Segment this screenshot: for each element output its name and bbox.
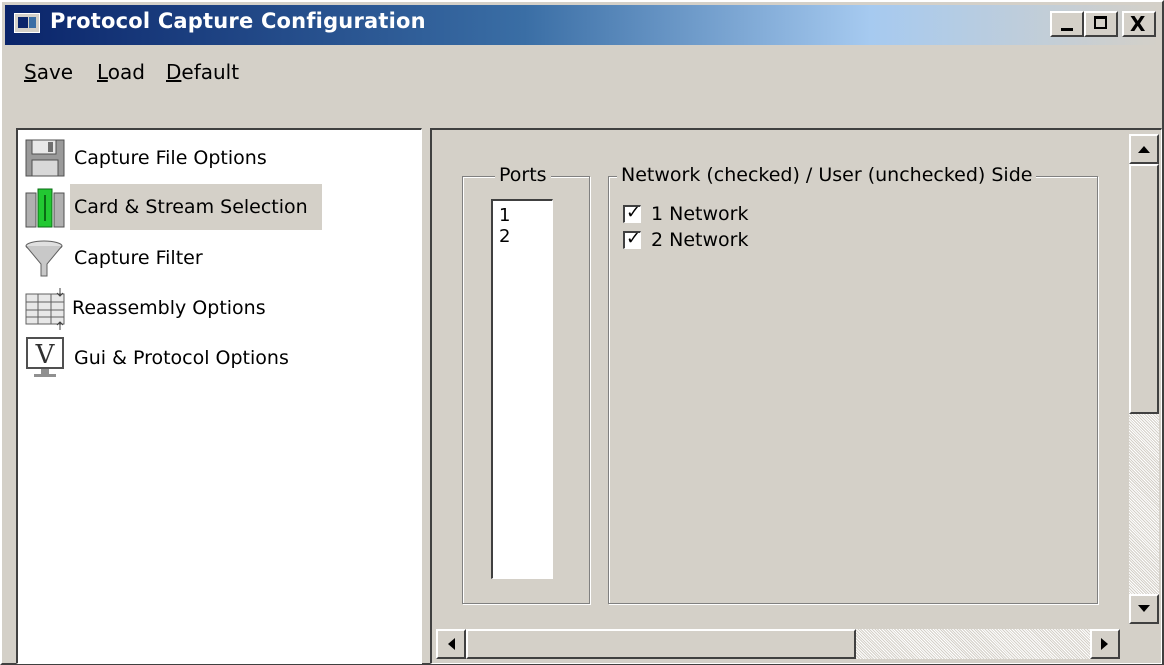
vertical-scroll-thumb[interactable] [1129, 164, 1159, 414]
maximize-button[interactable] [1084, 11, 1118, 37]
port-2-network-checkbox-row[interactable]: ✓ 2 Network [623, 228, 749, 251]
checkbox-label: 1 Network [651, 203, 749, 225]
app-icon[interactable] [14, 13, 40, 33]
menu-save-accel: S [24, 60, 37, 84]
scroll-corner [1129, 629, 1159, 659]
checkmark-icon: ✓ [626, 202, 642, 223]
window-title: Protocol Capture Configuration [50, 9, 426, 33]
side-group: Network (checked) / User (unchecked) Sid… [608, 164, 1098, 604]
sidebar-item-label: Capture Filter [74, 247, 203, 269]
horizontal-scroll-thumb[interactable] [466, 629, 856, 659]
port-1-network-checkbox[interactable]: ✓ [623, 202, 642, 223]
card-stream-icon [24, 185, 68, 229]
arrow-up-icon [1138, 146, 1150, 153]
sidebar-item-reassembly-options[interactable]: Reassembly Options [24, 284, 270, 332]
sidebar-item-capture-filter[interactable]: Capture Filter [24, 234, 207, 282]
minimize-button[interactable] [1050, 11, 1084, 37]
sidebar-item-label: Card & Stream Selection [70, 184, 322, 230]
reassembly-icon [24, 286, 68, 330]
close-icon: X [1130, 12, 1146, 36]
app-window: Protocol Capture Configuration X Save Lo… [0, 0, 1164, 665]
port-2-network-checkbox[interactable]: ✓ [623, 228, 642, 249]
funnel-icon [24, 236, 68, 280]
arrow-down-icon [1138, 605, 1150, 612]
sidebar-item-card-stream-selection[interactable]: Card & Stream Selection [24, 183, 322, 231]
menu-load-label: oad [107, 60, 145, 84]
svg-text:V: V [35, 340, 56, 370]
minimize-icon [1061, 28, 1073, 31]
menu-default-label: efault [181, 60, 240, 84]
ports-list[interactable]: 1 2 [491, 199, 553, 579]
title-bar[interactable]: Protocol Capture Configuration X [5, 5, 1159, 45]
arrow-left-icon [448, 638, 455, 650]
side-group-label: Network (checked) / User (unchecked) Sid… [617, 164, 1037, 186]
sidebar-item-capture-file-options[interactable]: Capture File Options [24, 134, 271, 182]
sidebar-item-gui-protocol-options[interactable]: V Gui & Protocol Options [24, 334, 293, 382]
sidebar: Capture File Options Card & Stream Selec… [16, 128, 422, 664]
scroll-up-button[interactable] [1129, 134, 1159, 164]
checkbox-label: 2 Network [651, 229, 749, 251]
horizontal-scrollbar[interactable] [436, 629, 1120, 659]
menu-load[interactable]: Load [97, 60, 145, 84]
menu-bar: Save Load Default [5, 46, 1159, 124]
scroll-right-button[interactable] [1090, 629, 1120, 659]
scroll-left-button[interactable] [436, 629, 466, 659]
gui-protocol-icon: V [24, 336, 68, 380]
menu-default-accel: D [166, 60, 182, 84]
ports-group: Ports 1 2 [462, 164, 590, 604]
list-item[interactable]: 2 [499, 226, 546, 247]
sidebar-item-label: Capture File Options [74, 147, 267, 169]
close-button[interactable]: X [1122, 11, 1156, 37]
sidebar-item-label: Reassembly Options [72, 297, 266, 319]
sidebar-item-label: Gui & Protocol Options [74, 347, 289, 369]
menu-load-accel: L [97, 60, 108, 84]
arrow-right-icon [1101, 638, 1108, 650]
menu-save-label: ave [36, 60, 74, 84]
title-buttons: X [1050, 11, 1156, 37]
checkmark-icon: ✓ [626, 228, 642, 249]
list-item[interactable]: 1 [499, 205, 546, 226]
scroll-down-button[interactable] [1129, 594, 1159, 624]
content-panel: Ports 1 2 Network (checked) / User (unch… [430, 128, 1162, 664]
ports-group-label: Ports [495, 164, 551, 186]
maximize-icon [1094, 16, 1107, 29]
port-1-network-checkbox-row[interactable]: ✓ 1 Network [623, 202, 749, 225]
menu-default[interactable]: Default [166, 60, 239, 84]
floppy-disk-icon [24, 136, 68, 180]
menu-save[interactable]: Save [24, 60, 73, 84]
vertical-scrollbar[interactable] [1129, 134, 1159, 624]
